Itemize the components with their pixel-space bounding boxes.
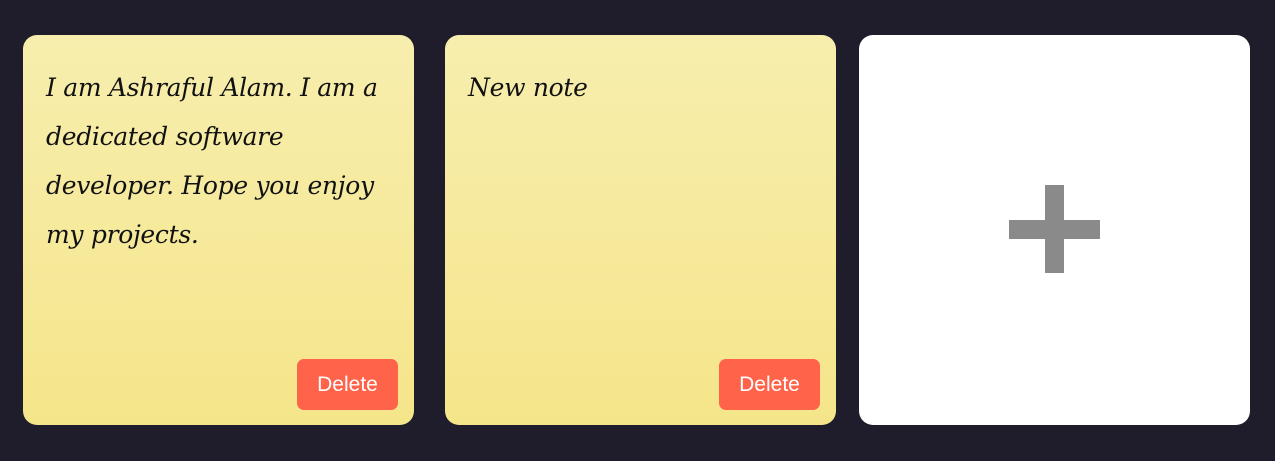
plus-icon — [1009, 185, 1100, 273]
note-card[interactable]: I am Ashraful Alam. I am a dedicated sof… — [23, 35, 414, 425]
delete-button[interactable]: Delete — [297, 359, 398, 410]
note-text[interactable]: I am Ashraful Alam. I am a dedicated sof… — [46, 63, 386, 259]
plus-icon-vertical-bar — [1045, 185, 1064, 273]
note-text[interactable]: New note — [468, 63, 808, 112]
add-note-button[interactable] — [859, 35, 1250, 425]
delete-button[interactable]: Delete — [719, 359, 820, 410]
note-card[interactable]: New note Delete — [445, 35, 836, 425]
